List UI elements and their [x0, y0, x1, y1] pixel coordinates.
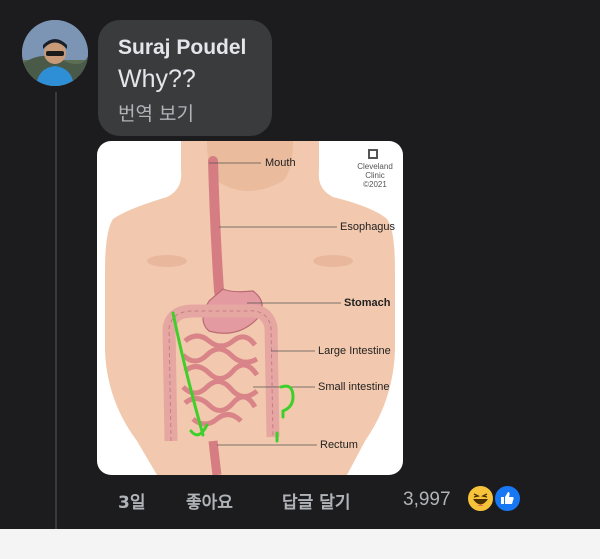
- cleveland-clinic-logo-text: Cleveland Clinic ©2021: [357, 162, 393, 189]
- label-small-intestine: Small intestine: [318, 381, 390, 393]
- attached-image[interactable]: Mouth Esophagus Stomach Large Intestine …: [97, 141, 403, 475]
- comment-screen: Suraj Poudel Why?? 번역 보기 Mouth Esophagus…: [0, 0, 600, 529]
- like-reaction-icon[interactable]: [493, 484, 522, 513]
- avatar[interactable]: [22, 20, 88, 86]
- cleveland-clinic-logo-icon: [368, 149, 378, 159]
- label-rectum: Rectum: [320, 439, 358, 451]
- comment-actions: 3일 좋아요 답글 달기 3,997: [0, 484, 600, 516]
- like-button[interactable]: 좋아요: [186, 488, 233, 513]
- avatar-photo: [22, 20, 88, 86]
- comment-time[interactable]: 3일: [118, 488, 145, 513]
- comment-bubble: Suraj Poudel Why?? 번역 보기: [98, 20, 272, 136]
- label-esophagus: Esophagus: [340, 221, 396, 233]
- reaction-count[interactable]: 3,997: [403, 489, 451, 511]
- label-stomach: Stomach: [344, 297, 391, 309]
- label-mouth: Mouth: [265, 157, 296, 169]
- haha-reaction-icon[interactable]: [466, 484, 495, 513]
- thread-line: [55, 92, 57, 529]
- author-name[interactable]: Suraj Poudel: [118, 36, 246, 60]
- comment-text: Why??: [118, 65, 196, 93]
- reply-button[interactable]: 답글 달기: [282, 488, 350, 513]
- label-large-intestine: Large Intestine: [318, 345, 391, 357]
- see-translation-link[interactable]: 번역 보기: [118, 99, 194, 126]
